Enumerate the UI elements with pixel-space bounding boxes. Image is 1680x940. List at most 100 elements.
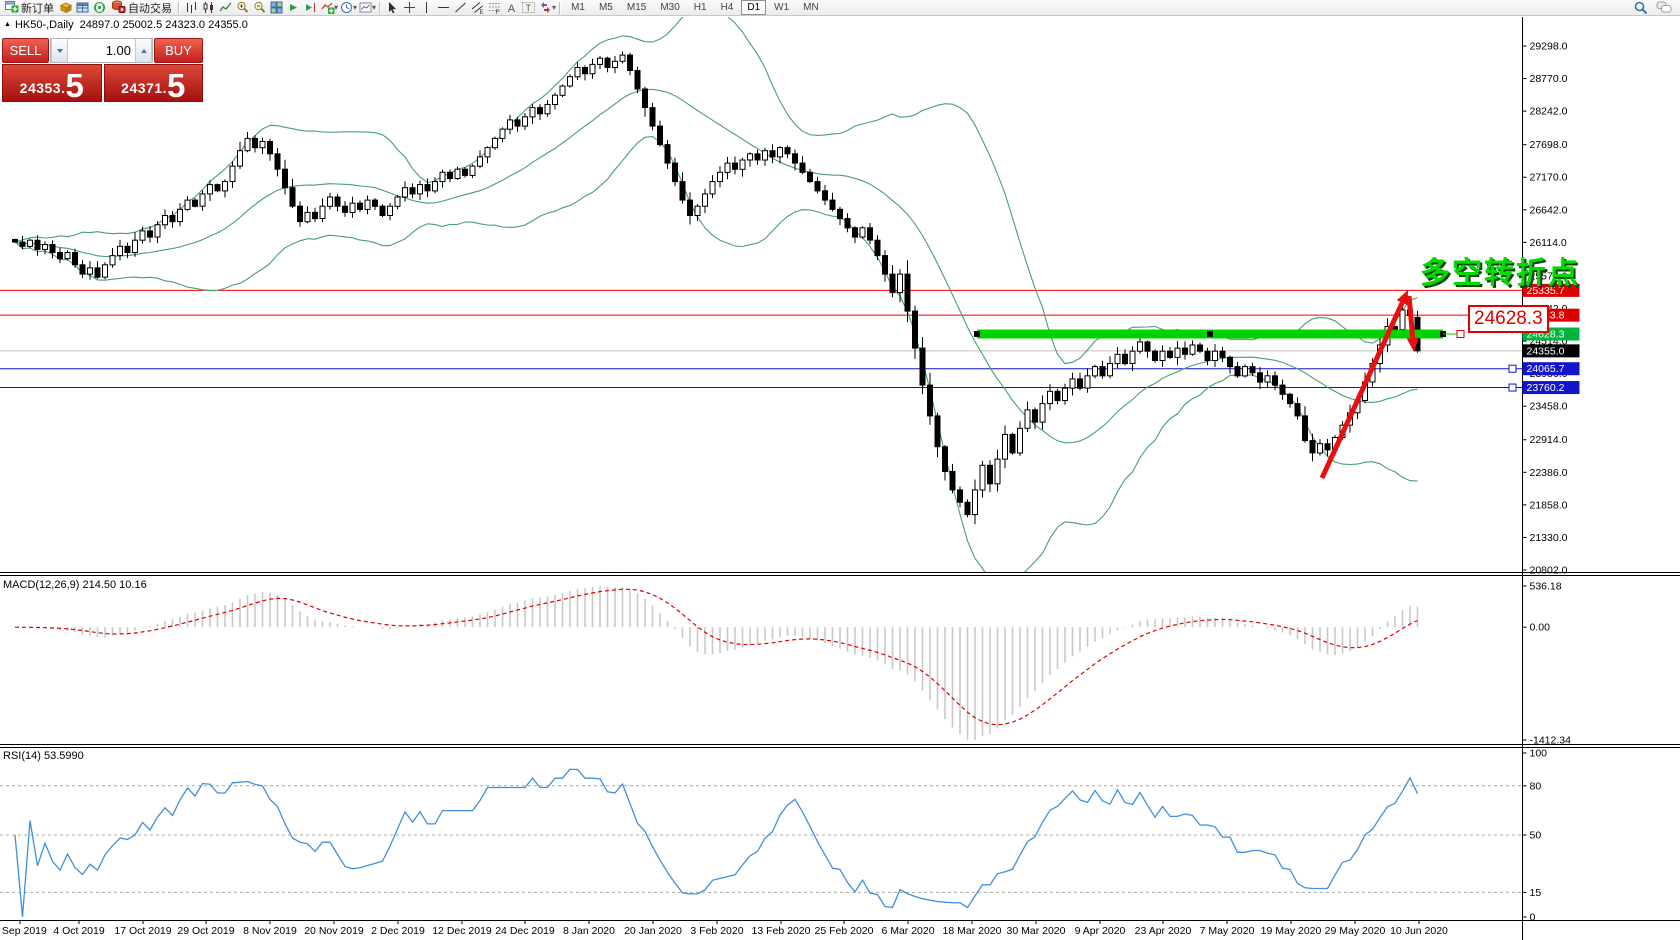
buy-price-main: 24371. <box>121 80 167 101</box>
svg-text:18 Mar 2020: 18 Mar 2020 <box>943 925 1002 937</box>
toolbar-drawing-icons: EFAT ▾ <box>384 0 556 15</box>
line-handle[interactable] <box>1509 384 1516 391</box>
price-level-label[interactable]: 24628.3 <box>1468 305 1549 333</box>
new-order-button[interactable]: 新订单 <box>2 0 57 15</box>
symbol-period-label: HK50-,Daily <box>15 19 74 31</box>
svg-text:T: T <box>526 3 532 13</box>
svg-text:17 Oct 2019: 17 Oct 2019 <box>114 925 171 937</box>
svg-text:25 Feb 2020: 25 Feb 2020 <box>815 925 874 937</box>
svg-text:536.18: 536.18 <box>1530 581 1562 593</box>
collapse-triangle-icon[interactable]: ▲ <box>4 21 11 28</box>
volume-down-button[interactable] <box>51 39 68 62</box>
svg-text:3 Feb 2020: 3 Feb 2020 <box>690 925 743 937</box>
fibonacci-icon[interactable]: F <box>486 0 503 15</box>
volume-up-button[interactable] <box>135 39 152 62</box>
chart-canvas[interactable]: 29298.028770.028242.027698.027170.026642… <box>0 0 1680 940</box>
autotrade-icon <box>111 0 126 16</box>
trendline-icon[interactable] <box>452 0 469 15</box>
svg-text:12 Dec 2019: 12 Dec 2019 <box>432 925 492 937</box>
svg-text:10 Jun 2020: 10 Jun 2020 <box>1390 925 1448 937</box>
svg-text:6 Mar 2020: 6 Mar 2020 <box>881 925 934 937</box>
timeframe-button-w1[interactable]: W1 <box>768 0 795 15</box>
rsi-indicator-label: RSI(14) 53.5990 <box>3 750 84 762</box>
chat-icon[interactable] <box>1655 0 1672 15</box>
svg-text:29 Oct 2019: 29 Oct 2019 <box>177 925 234 937</box>
new-order-label: 新订单 <box>21 0 54 16</box>
dropdown-arrow-icon[interactable]: ▾ <box>552 3 556 12</box>
svg-text:8 Nov 2019: 8 Nov 2019 <box>243 925 297 937</box>
timeframe-button-d1[interactable]: D1 <box>741 0 766 15</box>
bars-chart-icon[interactable] <box>183 0 200 15</box>
buy-price-panel[interactable]: 24371.5 <box>104 64 204 102</box>
svg-text:22386.0: 22386.0 <box>1530 467 1568 479</box>
bollinger-bands <box>15 3 1418 585</box>
svg-text:29 May 2020: 29 May 2020 <box>1325 925 1386 937</box>
horizontal-lines[interactable] <box>0 290 1522 391</box>
navigator-icon[interactable] <box>91 0 108 15</box>
chart-title: ▲HK50-,Daily24897.0 25002.5 24323.0 2435… <box>4 19 248 31</box>
data-window-icon[interactable] <box>74 0 91 15</box>
buy-button[interactable]: BUY <box>154 38 203 63</box>
timeframe-button-h1[interactable]: H1 <box>688 0 713 15</box>
market-watch-icon[interactable] <box>57 0 74 15</box>
timeframe-button-mn[interactable]: MN <box>797 0 825 15</box>
date-axis[interactable]: 3 Sep 20194 Oct 201917 Oct 201929 Oct 20… <box>0 921 1448 937</box>
macd-panel[interactable]: 536.18 0.00 -1412.34 <box>15 581 1571 747</box>
autotrade-button[interactable]: 自动交易 <box>108 0 175 15</box>
cursor-icon[interactable] <box>384 0 401 15</box>
toolbar-separator <box>559 2 561 14</box>
toolbar-right-icons <box>1632 0 1672 15</box>
svg-text:13 Feb 2020: 13 Feb 2020 <box>752 925 811 937</box>
dropdown-arrow-icon[interactable]: ▾ <box>372 3 376 12</box>
search-icon[interactable] <box>1632 0 1649 15</box>
zone-handle[interactable] <box>1207 331 1213 337</box>
autotrade-label: 自动交易 <box>128 0 172 16</box>
channel-icon[interactable]: E <box>469 0 486 15</box>
sell-button[interactable]: SELL <box>2 38 49 63</box>
svg-text:24065.7: 24065.7 <box>1527 363 1565 375</box>
timeframe-button-m1[interactable]: M1 <box>565 0 591 15</box>
svg-text:20 Jan 2020: 20 Jan 2020 <box>624 925 682 937</box>
sell-price-panel[interactable]: 24353.5 <box>2 64 102 102</box>
price-axis[interactable]: 29298.028770.028242.027698.027170.026642… <box>1523 17 1580 940</box>
volume-value[interactable]: 1.00 <box>68 39 135 62</box>
svg-text:7 May 2020: 7 May 2020 <box>1200 925 1255 937</box>
svg-text:28770.0: 28770.0 <box>1530 73 1568 85</box>
toolbar-separator <box>178 2 180 14</box>
svg-text:23 Apr 2020: 23 Apr 2020 <box>1135 925 1192 937</box>
timeframe-button-m5[interactable]: M5 <box>593 0 619 15</box>
timeframe-button-h4[interactable]: H4 <box>715 0 740 15</box>
volume-stepper: 1.00 <box>50 38 153 63</box>
svg-text:3 Sep 2019: 3 Sep 2019 <box>0 925 47 937</box>
timeframe-button-m30[interactable]: M30 <box>654 0 685 15</box>
sell-price-main: 24353. <box>20 80 66 101</box>
svg-text:24355.0: 24355.0 <box>1527 345 1565 357</box>
svg-text:0.00: 0.00 <box>1530 622 1551 634</box>
svg-text:28242.0: 28242.0 <box>1530 106 1568 118</box>
rsi-panel[interactable]: 1008050150 <box>0 748 1547 924</box>
horizontal-line-icon[interactable] <box>435 0 452 15</box>
zone-handle[interactable] <box>974 331 980 337</box>
zoom-out-icon[interactable] <box>251 0 268 15</box>
svg-text:50: 50 <box>1530 830 1542 842</box>
auto-scroll-icon[interactable] <box>285 0 302 15</box>
chart-shift-icon[interactable] <box>302 0 319 15</box>
tile-windows-icon[interactable] <box>268 0 285 15</box>
label-handle[interactable] <box>1457 331 1464 338</box>
line-chart-icon[interactable] <box>217 0 234 15</box>
svg-text:-1412.34: -1412.34 <box>1530 735 1572 747</box>
label-icon[interactable]: T <box>520 0 537 15</box>
text-icon[interactable]: A <box>503 0 520 15</box>
svg-text:23458.0: 23458.0 <box>1530 401 1568 413</box>
line-handle[interactable] <box>1509 365 1516 372</box>
toolbar-chart-icons: ▾▾▾ <box>183 0 376 15</box>
new-order-icon <box>5 0 19 16</box>
zoom-in-icon[interactable] <box>234 0 251 15</box>
vertical-line-icon[interactable] <box>418 0 435 15</box>
crosshair-icon[interactable] <box>401 0 418 15</box>
svg-text:29298.0: 29298.0 <box>1530 41 1568 53</box>
toolbar-left-icons <box>57 0 108 15</box>
timeframe-button-m15[interactable]: M15 <box>621 0 652 15</box>
triangle-up-icon <box>141 49 147 53</box>
candlestick-chart-icon[interactable] <box>200 0 217 15</box>
